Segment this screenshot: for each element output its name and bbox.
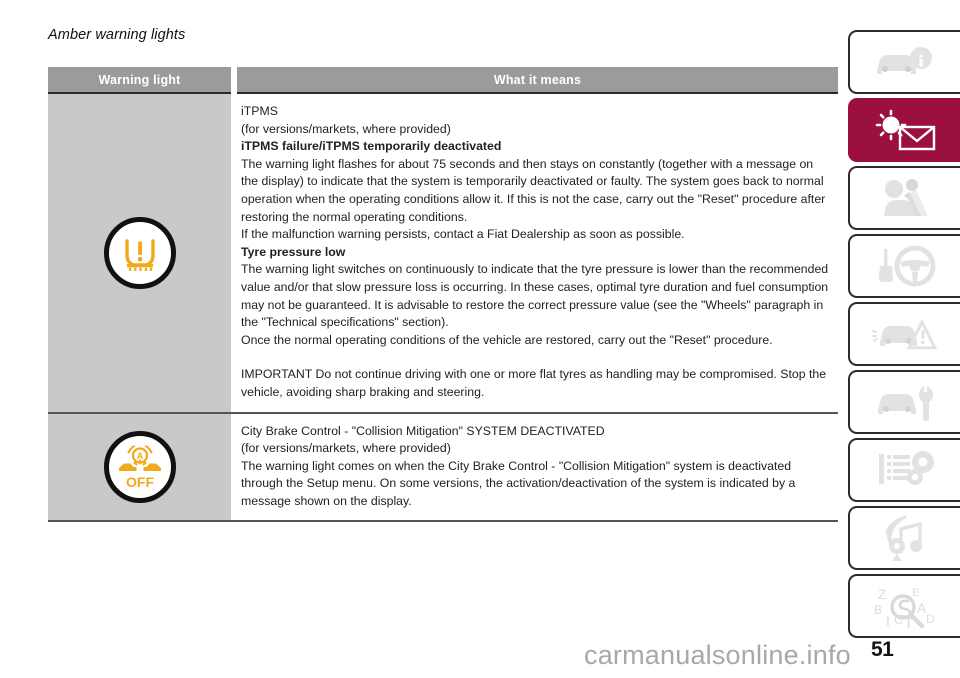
row-line: City Brake Control - "Collision Mitigati… xyxy=(241,423,605,438)
off-label: OFF xyxy=(126,474,154,490)
row-line: (for versions/markets, where provided) xyxy=(241,441,451,456)
car-hazard-triangle-icon xyxy=(872,318,938,350)
row-line: Tyre pressure low xyxy=(241,244,346,259)
row-line: iTPMS xyxy=(241,104,278,118)
row-line: IMPORTANT Do not continue driving with o… xyxy=(241,367,827,399)
radio-music-icon xyxy=(885,515,922,561)
warning-light-cell: A OFF xyxy=(48,413,231,521)
warning-lights-message-icon xyxy=(875,109,936,151)
city-brake-control-off-icon: A OFF xyxy=(103,430,176,503)
row-line-spacer xyxy=(241,349,832,366)
alphabetical-index-icon: Z B I C T E A D xyxy=(874,586,935,629)
svg-text:E: E xyxy=(912,587,919,599)
warning-lights-table: Warning light What it means iTPMS (for v… xyxy=(48,67,838,523)
row-line: The warning light switches on continuous… xyxy=(241,262,829,330)
row-line: iTPMS failure/iTPMS temporarily deactiva… xyxy=(241,139,502,154)
sidebar-tab-safety[interactable] xyxy=(848,166,960,230)
what-it-means-cell: iTPMS (for versions/markets, where provi… xyxy=(237,94,838,412)
row-line: The warning light flashes for about 75 s… xyxy=(241,156,826,224)
table-row: A OFF City Brake Control - "Collision Mi… xyxy=(48,413,838,523)
column-header-warning-light: Warning light xyxy=(48,67,231,94)
sidebar-tab-warning-lights-and-messages[interactable] xyxy=(848,98,960,162)
list-gears-icon xyxy=(879,451,934,485)
table-header-row: Warning light What it means xyxy=(48,67,838,94)
warning-light-cell xyxy=(48,94,231,412)
sidebar-tab-starting-and-driving[interactable] xyxy=(848,234,960,298)
table-row: iTPMS (for versions/markets, where provi… xyxy=(48,94,838,414)
sidebar-tab-dashboard-and-controls[interactable] xyxy=(848,30,960,94)
row-line: The warning light comes on when the City… xyxy=(241,458,796,508)
row-line: (for versions/markets, where provided) xyxy=(241,121,451,136)
svg-text:B: B xyxy=(874,603,882,617)
sidebar-tab-maintenance-and-care[interactable] xyxy=(848,370,960,434)
tpms-warning-light-icon xyxy=(103,216,176,289)
chapter-tabs-sidebar[interactable]: Z B I C T E A D xyxy=(848,30,960,642)
sidebar-tab-alphabetical-index[interactable]: Z B I C T E A D xyxy=(848,574,960,638)
svg-text:I: I xyxy=(886,613,890,629)
watermark: carmanualsonline.info xyxy=(584,640,851,670)
row-line: Once the normal operating conditions of … xyxy=(241,332,773,347)
svg-text:Z: Z xyxy=(878,586,887,602)
key-steering-wheel-icon xyxy=(879,245,936,287)
car-info-icon xyxy=(877,47,932,74)
sidebar-tab-technical-specifications[interactable] xyxy=(848,438,960,502)
page-number: 51 xyxy=(871,638,894,661)
car-wrench-icon xyxy=(878,386,933,421)
sidebar-tab-multimedia[interactable] xyxy=(848,506,960,570)
svg-text:D: D xyxy=(926,612,935,626)
row-line: If the malfunction warning persists, con… xyxy=(241,227,685,242)
column-header-what-it-means: What it means xyxy=(237,67,838,94)
what-it-means-cell: City Brake Control - "Collision Mitigati… xyxy=(237,414,838,521)
sidebar-tab-in-an-emergency[interactable] xyxy=(848,302,960,366)
occupant-safety-icon xyxy=(884,179,928,216)
page-title: Amber warning lights xyxy=(48,27,186,43)
